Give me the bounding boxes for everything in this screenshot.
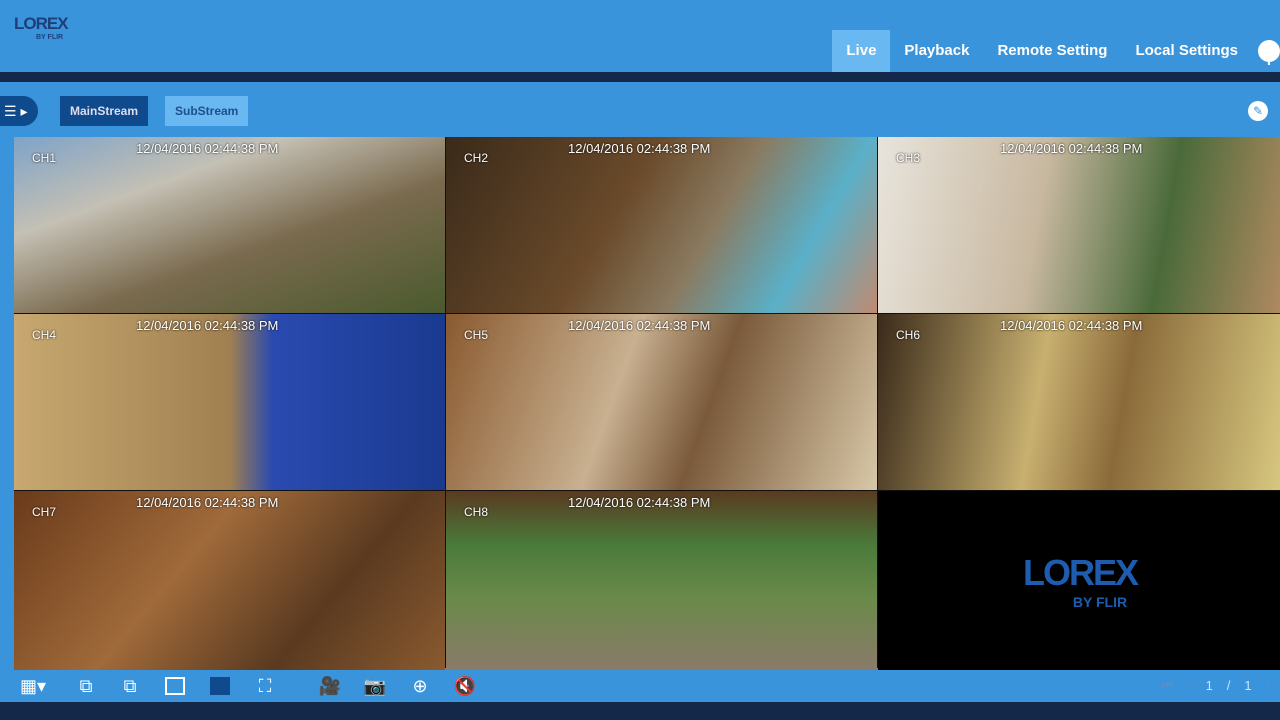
mute-icon[interactable]: 🔇: [453, 675, 477, 697]
channel-label: CH1: [32, 151, 57, 165]
channel-label: CH5: [464, 328, 489, 342]
empty-cell[interactable]: LOREX BY FLIR: [878, 491, 1280, 670]
channel-label: CH8: [464, 505, 489, 519]
timestamp: 12/04/2016 02:44:38 PM: [136, 141, 279, 156]
snapshot-icon[interactable]: 📷: [363, 675, 387, 697]
timestamp: 12/04/2016 02:44:38 PM: [1000, 318, 1143, 333]
lorex-logo: LOREX BY FLIR: [14, 14, 69, 41]
stop-all-icon[interactable]: [208, 675, 232, 697]
sub-stream-button[interactable]: SubStream: [165, 96, 249, 126]
channel-label: CH6: [896, 328, 921, 342]
total-pages: 1: [1244, 678, 1252, 693]
timestamp: 12/04/2016 02:44:38 PM: [1000, 141, 1143, 156]
main-stream-button[interactable]: MainStream: [60, 96, 149, 126]
camera-cell-ch6[interactable]: CH6 12/04/2016 02:44:38 PM: [878, 314, 1280, 490]
camera-cell-ch4[interactable]: CH4 12/04/2016 02:44:38 PM: [14, 314, 445, 490]
tab-remote-setting[interactable]: Remote Setting: [983, 30, 1121, 72]
channel-label: CH4: [32, 328, 57, 342]
camera-cell-ch5[interactable]: CH5 12/04/2016 02:44:38 PM: [446, 314, 877, 490]
record-icon[interactable]: 🎥: [318, 675, 342, 697]
prev-page-button[interactable]: ‹: [1187, 678, 1191, 694]
pager: ⏮ ‹ 1 / 1 ›: [1162, 678, 1270, 694]
camera-cell-ch1[interactable]: CH1 12/04/2016 02:44:38 PM: [14, 137, 445, 313]
channel-label: CH3: [896, 151, 921, 165]
bottom-toolbar: ▦▾ ⧉ ⧉ ⛶ 🎥 📷 ⊕ 🔇 ⏮ ‹ 1 / 1 ›: [0, 670, 1280, 702]
first-page-button[interactable]: ⏮: [1162, 678, 1174, 694]
current-page: 1: [1205, 678, 1213, 693]
camera-grid: CH1 12/04/2016 02:44:38 PM CH2 12/04/2016 …: [14, 137, 1280, 670]
header: LOREX BY FLIR Live Playback Remote Settin…: [0, 0, 1280, 72]
timestamp: 12/04/2016 02:44:38 PM: [568, 318, 711, 333]
channel-label: CH7: [32, 505, 57, 519]
divider: [0, 72, 1280, 82]
timestamp: 12/04/2016 02:44:38 PM: [136, 318, 279, 333]
info-icon[interactable]: i: [1258, 40, 1280, 69]
timestamp: 12/04/2016 02:44:38 PM: [136, 495, 279, 510]
tab-live[interactable]: Live: [832, 30, 891, 72]
tab-playback[interactable]: Playback: [890, 30, 983, 72]
page-separator: /: [1226, 678, 1231, 693]
previous-screen-icon[interactable]: ⧉: [118, 675, 142, 697]
camera-cell-ch3[interactable]: CH3 12/04/2016 02:44:38 PM: [878, 137, 1280, 313]
channel-label: CH2: [464, 151, 489, 165]
sequence-play-icon[interactable]: ⧉: [74, 675, 98, 697]
camera-cell-ch2[interactable]: CH2 12/04/2016 02:44:38 PM: [446, 137, 877, 313]
timestamp: 12/04/2016 02:44:38 PM: [568, 495, 711, 510]
channel-list-toggle[interactable]: ☰ ▸: [0, 96, 38, 126]
footer-bar: [0, 702, 1280, 720]
flir-logo: BY FLIR: [1072, 593, 1128, 610]
zoom-icon[interactable]: ⊕: [408, 675, 432, 697]
tab-local-settings[interactable]: Local Settings: [1121, 30, 1252, 72]
main-nav: Live Playback Remote Setting Local Setti…: [832, 30, 1280, 72]
lorex-logo: LOREX: [1022, 551, 1139, 593]
camera-cell-ch7[interactable]: CH7 12/04/2016 02:44:38 PM: [14, 491, 445, 670]
layout-grid-icon[interactable]: ▦▾: [20, 675, 46, 697]
timestamp: 12/04/2016 02:44:38 PM: [568, 141, 711, 156]
single-view-icon[interactable]: [163, 675, 187, 697]
edit-icon[interactable]: ✎: [1248, 101, 1268, 121]
camera-cell-ch8[interactable]: CH8 12/04/2016 02:44:38 PM: [446, 491, 877, 670]
fullscreen-icon[interactable]: ⛶: [253, 675, 277, 697]
next-page-button[interactable]: ›: [1266, 678, 1270, 694]
